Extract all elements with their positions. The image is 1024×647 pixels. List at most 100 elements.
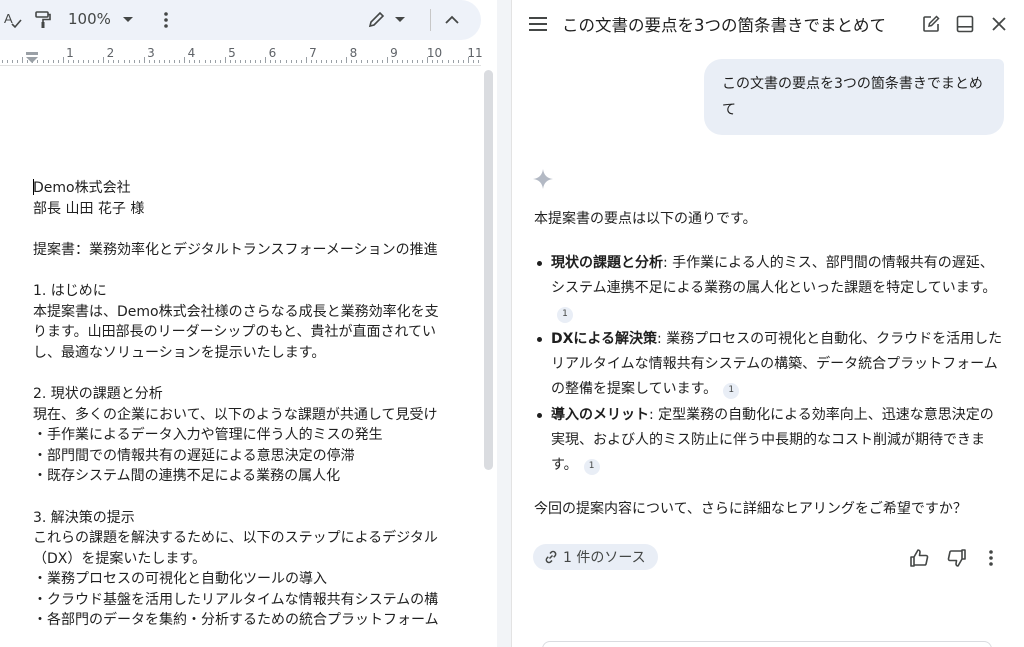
citation-badge[interactable]: 1 [583,458,600,475]
ruler-tick [83,60,84,63]
ruler-tick [381,60,383,63]
ruler-tick [386,57,388,63]
ruler-tick [422,60,424,63]
document-line[interactable]: ・手作業によるデータ入力や管理に伴う人的ミスの発生 [33,425,481,446]
editor-toolbar: A 100% [0,0,481,40]
ruler-tick [356,60,358,63]
ruler-tick [265,57,267,63]
document-line[interactable]: ります。山田部長のリーダーシップのもと、貴社が直面されてい [33,322,481,343]
ruler-tick [351,60,353,63]
chevron-up-icon[interactable] [441,8,463,32]
document-line[interactable]: 1. はじめに [33,281,481,302]
document-line[interactable]: 3. 解決策の提示 [33,508,481,529]
document-line[interactable]: ・既存システム間の連携不足による業務の属人化 [33,466,481,487]
document-line[interactable]: （DX）を提案いたします。 [33,549,481,570]
document-line[interactable] [33,363,481,384]
chevron-down-icon[interactable] [390,8,410,32]
ruler-tick [467,57,469,63]
bullet-heading: DXによる解決策 [551,331,657,347]
document-line[interactable]: ・部門間での情報共有の遅延による意思決定の停滞 [33,446,481,467]
document-line[interactable]: Demo株式会社 [33,178,481,199]
ruler-tick [47,60,49,63]
menu-icon[interactable] [526,12,550,36]
ruler-tick [143,57,145,63]
document-page[interactable]: Demo株式会社部長 山田 花子 様提案書：業務効率化とデジタルトランスフォーメ… [0,67,481,647]
document-line[interactable]: ・クラウド基盤を活用したリアルタイムな情報共有システムの構 [33,590,481,611]
ruler-tick [472,60,474,63]
ruler-tick [77,60,79,63]
ruler-tick [452,60,454,63]
ruler-number: 8 [349,46,358,60]
ruler-tick [477,60,479,63]
ruler-tick [331,60,333,63]
edit-icon[interactable] [919,12,943,36]
document-line-text: Demo株式会社 [33,180,131,196]
ruler-tick [300,60,302,63]
document-line[interactable] [33,260,481,281]
response-bullet-list: 現状の課題と分析: 手作業による人的ミス、部門間の情報共有の遅延、システム連携不… [534,251,1004,479]
document-body[interactable]: Demo株式会社部長 山田 花子 様提案書：業務効率化とデジタルトランスフォーメ… [33,178,481,631]
ruler-tick [224,57,226,63]
response-bullet: 現状の課題と分析: 手作業による人的ミス、部門間の情報共有の遅延、システム連携不… [534,251,1004,326]
document-line[interactable]: 現在、多くの企業において、以下のような課題が共通して見受け [33,405,481,426]
ruler-tick [275,60,277,63]
document-line[interactable] [33,487,481,508]
citation-badge[interactable]: 1 [723,382,740,399]
zoom-select[interactable]: 100% [68,10,111,28]
ruler-number: 4 [187,46,196,60]
ruler-tick [98,60,100,63]
document-line[interactable]: これらの課題を解決するために、以下のステップによるデジタル [33,528,481,549]
ruler-tick [169,60,171,63]
thumb-up-icon[interactable] [907,546,931,570]
ruler-tick [123,60,125,63]
paint-format-icon[interactable] [32,8,54,32]
ruler-tick [199,60,201,63]
scrollbar-thumb[interactable] [484,70,493,470]
ruler-tick [305,57,307,63]
document-editor: A 100% 1 2 3 4 5 6 7 8 9 10 11 Demo株式会社 … [0,0,497,647]
document-line[interactable]: 提案書：業務効率化とデジタルトランスフォーメーションの推進 [33,240,481,261]
ruler-tick [229,60,231,63]
document-line[interactable]: 本提案書は、Demo株式会社様のさらなる成長と業務効率化を支 [33,302,481,323]
document-line[interactable] [33,219,481,240]
ruler-tick [113,60,115,63]
ruler-tick [27,60,29,63]
ruler-tick [462,60,464,63]
document-line[interactable]: し、最適なソリューションを提示いたします。 [33,343,481,364]
ruler-tick [184,57,186,63]
document-line[interactable]: 2. 現状の課題と分析 [33,384,481,405]
ruler-tick [17,60,19,63]
ruler-tick [442,60,444,63]
sources-chip[interactable]: 1 件のソース [533,544,658,570]
user-prompt-bubble: この文書の要点を3つの箇条書きでまとめて [704,59,1004,135]
ruler-tick [118,60,120,63]
ruler-tick [396,60,398,63]
more-vert-icon[interactable] [156,8,176,32]
document-line[interactable]: 部長 山田 花子 様 [33,199,481,220]
chevron-down-icon[interactable] [118,8,138,32]
ruler-tick [260,60,262,63]
assistant-panel: この文書の要点を3つの箇条書きでまとめて この文書の要点を3つの箇条書きでまとめ… [511,0,1024,647]
document-line[interactable]: ・業務プロセスの可視化と自動化ツールの導入 [33,569,481,590]
spellcheck-icon[interactable]: A [2,8,24,32]
more-vert-icon[interactable] [979,546,1003,570]
close-icon[interactable] [987,12,1011,36]
response-followup: 今回の提案内容について、さらに詳細なヒアリングをご希望ですか？ [534,501,967,517]
ruler-tick [326,60,327,63]
horizontal-ruler[interactable]: 1 2 3 4 5 6 7 8 9 10 11 [0,42,483,66]
ruler-tick [42,60,44,63]
ruler-tick [285,60,287,63]
pen-edit-icon[interactable] [365,8,387,32]
ruler-number: 7 [309,46,317,60]
ruler-tick [194,60,196,63]
document-line[interactable]: ・各部門のデータを集約・分析するための統合プラットフォーム [33,610,481,631]
citation-badge[interactable]: 1 [557,306,573,323]
ruler-tick [67,60,69,63]
ruler-tick [407,60,408,63]
ruler-tick [295,60,297,63]
dock-icon[interactable] [953,12,977,36]
thumb-down-icon[interactable] [945,546,969,570]
app-window: A 100% 1 2 3 4 5 6 7 8 9 10 11 Demo株式会社 … [0,0,1024,647]
prompt-input-box[interactable] [542,641,992,647]
ruler-tick [341,60,343,63]
